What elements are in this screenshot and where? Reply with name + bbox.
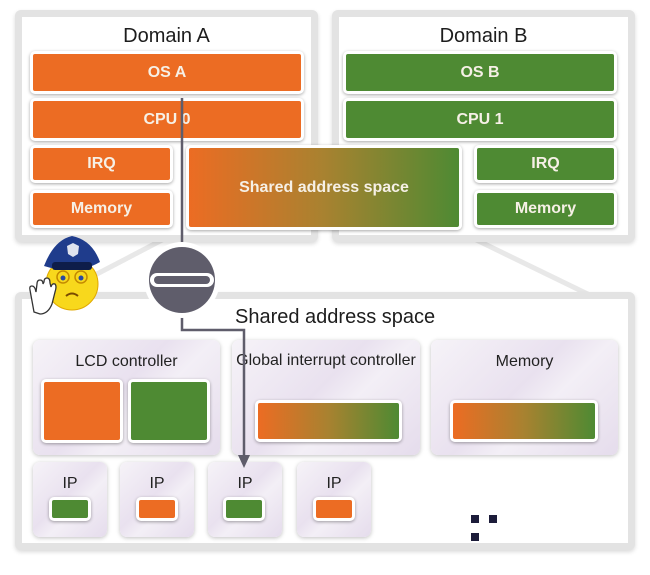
os-a-block[interactable]: OS A bbox=[30, 51, 304, 94]
os-b-block[interactable]: OS B bbox=[343, 51, 617, 94]
shared-memory-label: Memory bbox=[495, 353, 554, 370]
ip-region-b bbox=[49, 497, 91, 521]
ip-label: IP bbox=[237, 475, 253, 492]
memory-b-block[interactable]: Memory bbox=[474, 190, 617, 228]
ip-label: IP bbox=[149, 475, 165, 492]
more-ellipsis bbox=[466, 510, 516, 541]
lcd-region-b bbox=[128, 379, 210, 443]
ellipsis-dot bbox=[471, 515, 479, 523]
cpu-1-block[interactable]: CPU 1 bbox=[343, 98, 617, 141]
ip-label: IP bbox=[62, 475, 78, 492]
gic-label: Global interrupt controller bbox=[236, 352, 416, 369]
cpu-0-block[interactable]: CPU 0 bbox=[30, 98, 304, 141]
irq-a-block[interactable]: IRQ bbox=[30, 145, 173, 183]
ip-region-b bbox=[223, 497, 265, 521]
shared-panel-title: Shared address space bbox=[235, 306, 436, 328]
lcd-region-a bbox=[41, 379, 123, 443]
ip-label: IP bbox=[326, 475, 342, 492]
irq-b-block[interactable]: IRQ bbox=[474, 145, 617, 183]
memory-a-block[interactable]: Memory bbox=[30, 190, 173, 228]
ip-region-a bbox=[313, 497, 355, 521]
domain-a-title: Domain A bbox=[123, 25, 210, 47]
ellipsis-dot bbox=[489, 515, 497, 523]
ip-region-a bbox=[136, 497, 178, 521]
memory-shared-region bbox=[450, 400, 598, 442]
lcd-controller-label: LCD controller bbox=[75, 353, 178, 370]
domain-b-title: Domain B bbox=[439, 25, 528, 47]
gic-shared-region bbox=[255, 400, 402, 442]
shared-address-space-block[interactable]: Shared address space bbox=[186, 145, 462, 230]
ellipsis-dot bbox=[471, 533, 479, 541]
callout-line-right bbox=[458, 229, 602, 303]
